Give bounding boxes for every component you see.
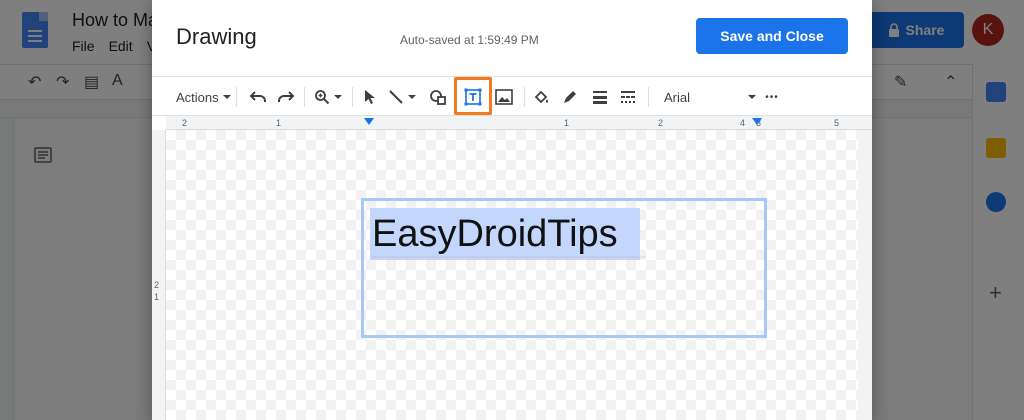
ruler-label: 1 [276, 118, 282, 128]
chevron-down-icon [334, 95, 342, 99]
fill-color-icon[interactable] [530, 85, 554, 109]
dialog-title: Drawing [176, 24, 257, 49]
ruler-label: 5 [834, 118, 840, 128]
ruler-label: 2 [154, 280, 160, 290]
toolbar-divider [236, 87, 237, 107]
zoom-menu[interactable] [312, 85, 344, 109]
actions-menu[interactable]: Actions [176, 85, 231, 109]
font-name: Arial [664, 89, 691, 105]
zoom-icon [315, 90, 330, 105]
chevron-down-icon [222, 95, 231, 99]
border-color-icon[interactable] [558, 85, 582, 109]
save-and-close-button[interactable]: Save and Close [696, 18, 848, 54]
drawing-toolbar: Actions Arial ••• [152, 76, 872, 116]
toolbar-divider [648, 87, 649, 107]
right-indent-marker[interactable] [752, 118, 762, 125]
font-select[interactable]: Arial [664, 85, 756, 109]
border-dash-icon[interactable] [616, 85, 640, 109]
ruler-label: 4 [740, 118, 746, 128]
ruler-label: 1 [154, 292, 160, 302]
vertical-ruler: 2 [152, 130, 166, 420]
text-box-content[interactable]: EasyDroidTips [370, 208, 640, 260]
spellcheck-underline [372, 256, 646, 259]
toolbar-divider [304, 87, 305, 107]
toolbar-divider [352, 87, 353, 107]
chevron-down-icon [408, 95, 416, 99]
line-tool-icon[interactable] [386, 85, 418, 109]
canvas-scrollbar[interactable] [858, 130, 872, 420]
left-indent-marker[interactable] [364, 118, 374, 125]
image-tool-icon[interactable] [492, 85, 516, 109]
ruler-label: 2 [658, 118, 664, 128]
text-box-highlight [454, 77, 492, 115]
redo-icon[interactable] [274, 85, 298, 109]
ruler-label: 2 [182, 118, 188, 128]
toolbar-divider [524, 87, 525, 107]
more-options-icon[interactable]: ••• [762, 85, 782, 109]
drawing-dialog: Drawing Auto-saved at 1:59:49 PM Save an… [152, 0, 872, 420]
select-tool-icon[interactable] [360, 85, 380, 109]
autosave-status: Auto-saved at 1:59:49 PM [400, 33, 539, 47]
border-weight-icon[interactable] [588, 85, 612, 109]
actions-label: Actions [176, 89, 219, 105]
chevron-down-icon [748, 95, 756, 99]
shape-tool-icon[interactable] [424, 85, 452, 109]
undo-icon[interactable] [246, 85, 270, 109]
horizontal-ruler: 2 1 1 2 3 [166, 116, 872, 130]
ruler-label: 1 [564, 118, 570, 128]
